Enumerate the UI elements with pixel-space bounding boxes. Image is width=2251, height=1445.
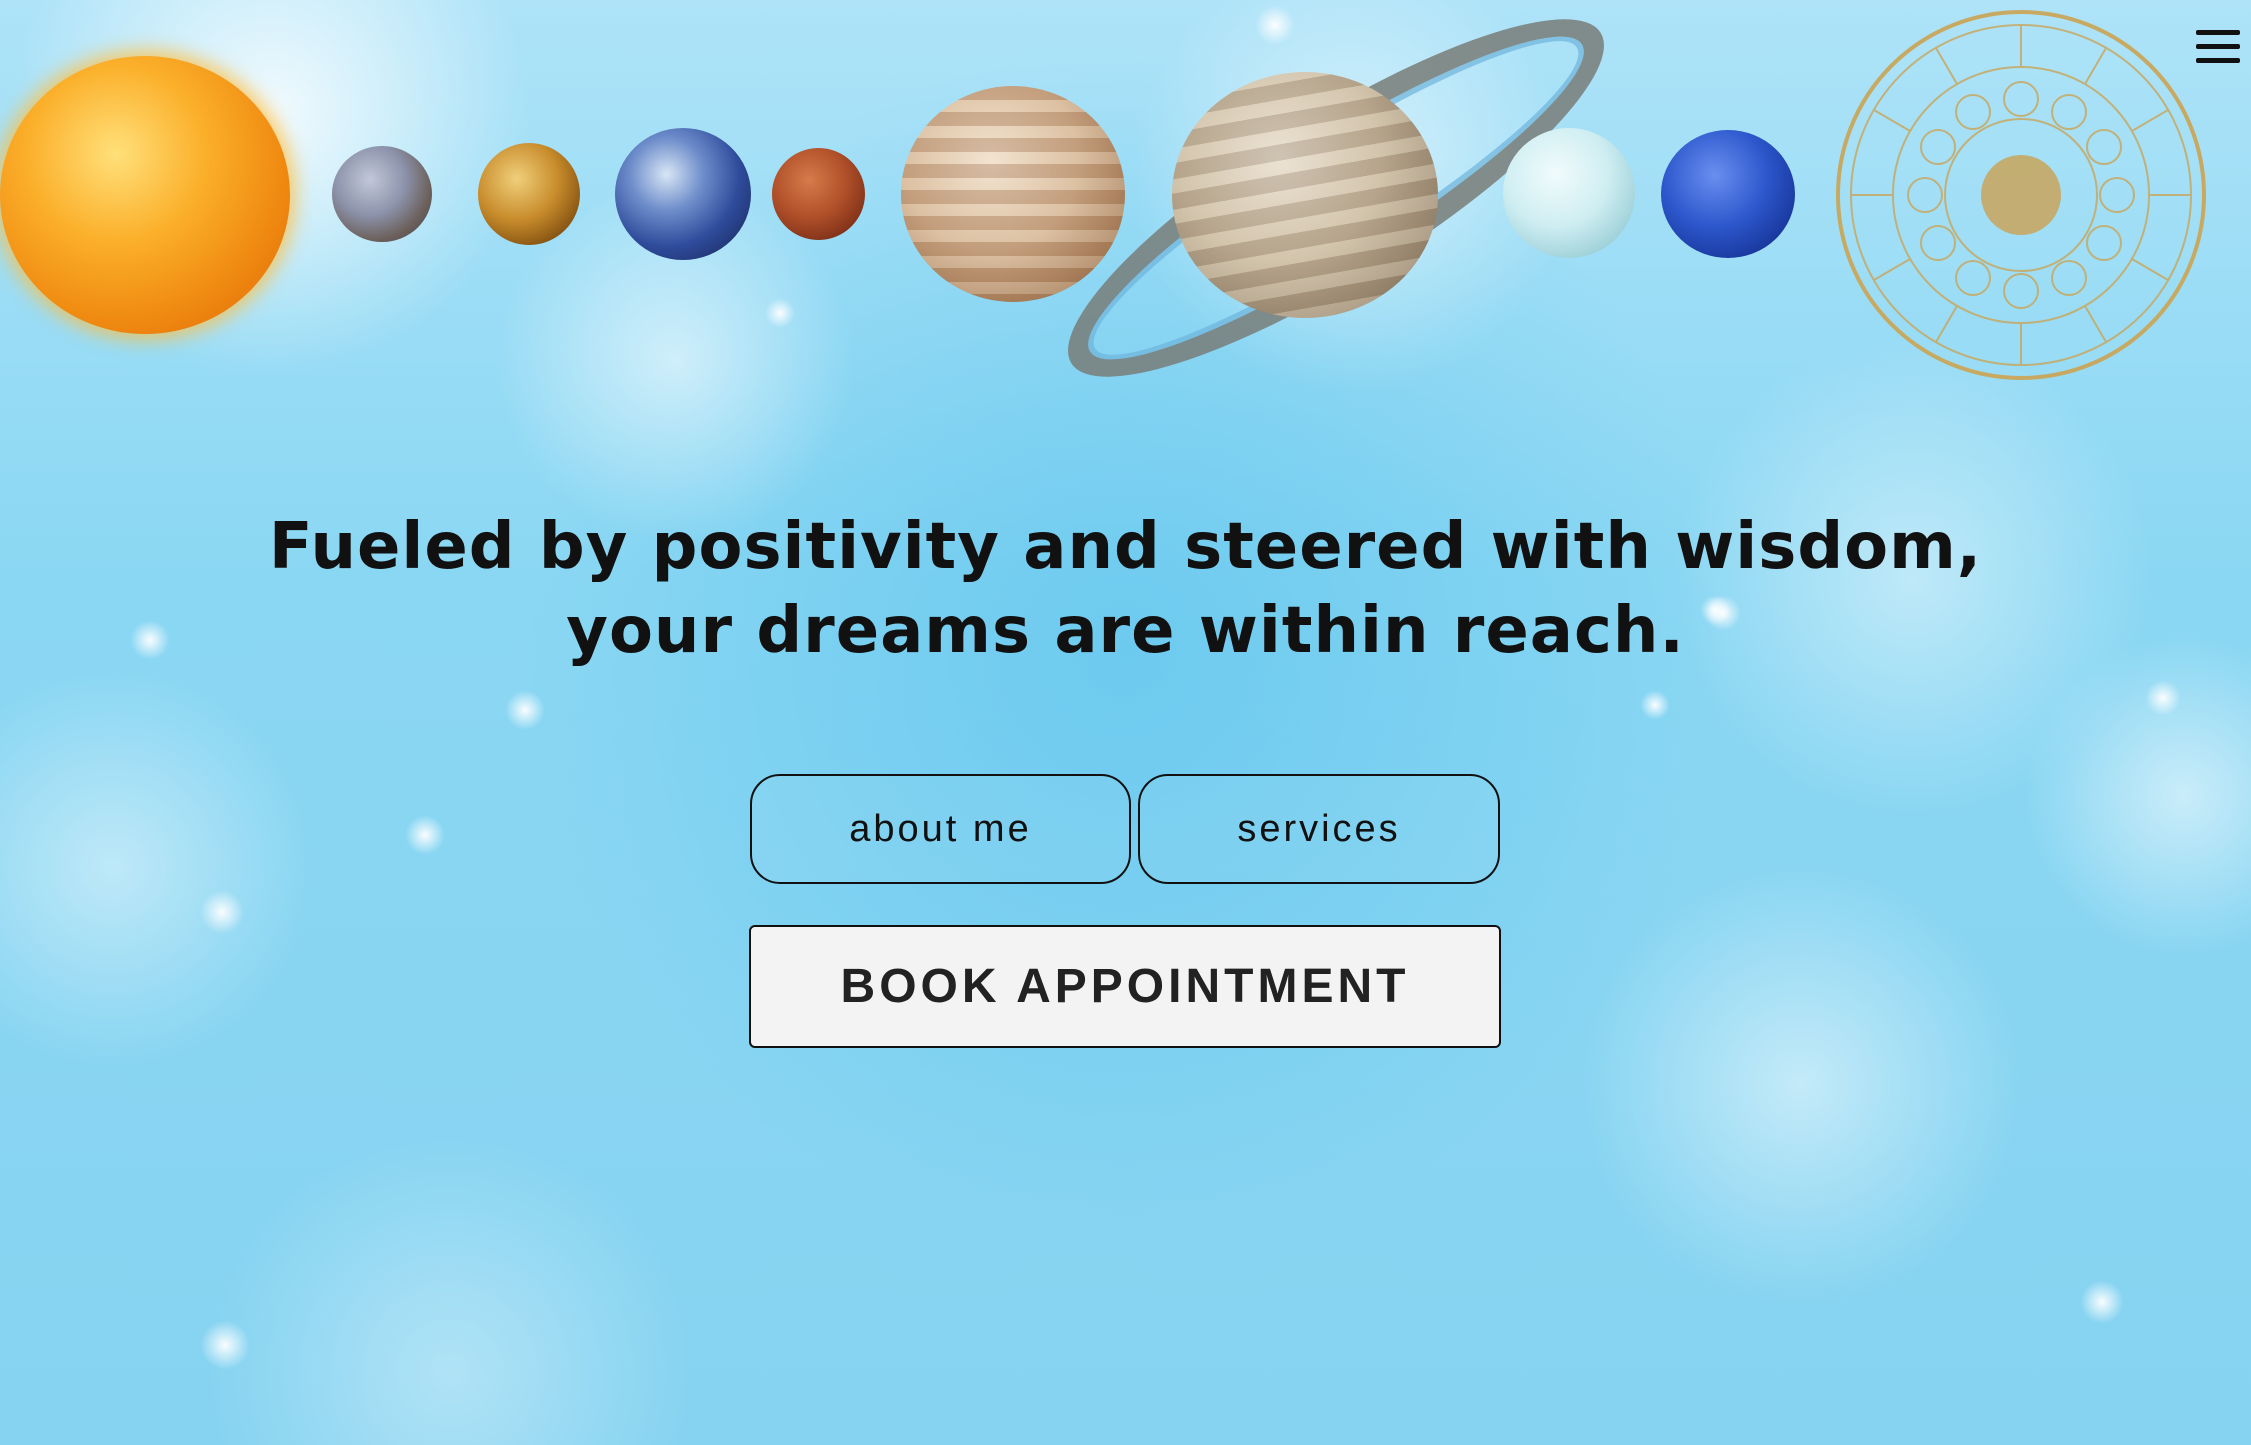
menu-bar [2196,30,2240,35]
menu-bar [2196,44,2240,49]
mercury-icon [332,146,432,242]
background-sparkle [1640,690,1670,720]
saturn-icon [1172,72,1438,318]
background-sparkle [200,1320,250,1370]
background-sparkle [1255,5,1295,45]
background-sparkle [2145,680,2181,716]
uranus-icon [1503,128,1635,258]
tagline-line-1: Fueled by positivity and steered with wi… [268,510,1983,584]
earth-icon [615,128,751,260]
hamburger-menu-icon[interactable] [2196,28,2242,74]
background-sparkle [2080,1280,2124,1324]
venus-icon [478,143,580,245]
jupiter-icon [901,86,1125,302]
background-sparkle [405,815,445,855]
neptune-icon [1661,130,1795,258]
hero-tagline: Fueled by positivity and steered with wi… [0,505,2251,673]
book-appointment-button[interactable]: BOOK APPOINTMENT [749,925,1501,1048]
zodiac-wheel-icon [1836,10,2206,380]
background-sparkle [765,298,795,328]
services-button[interactable]: services [1138,774,1500,884]
sun-icon [0,56,290,334]
tagline-line-2: your dreams are within reach. [566,594,1685,668]
mars-icon [772,148,865,240]
menu-bar [2196,58,2240,63]
background-sparkle [505,690,545,730]
background-sparkle [200,890,244,934]
about-me-button[interactable]: about me [750,774,1131,884]
